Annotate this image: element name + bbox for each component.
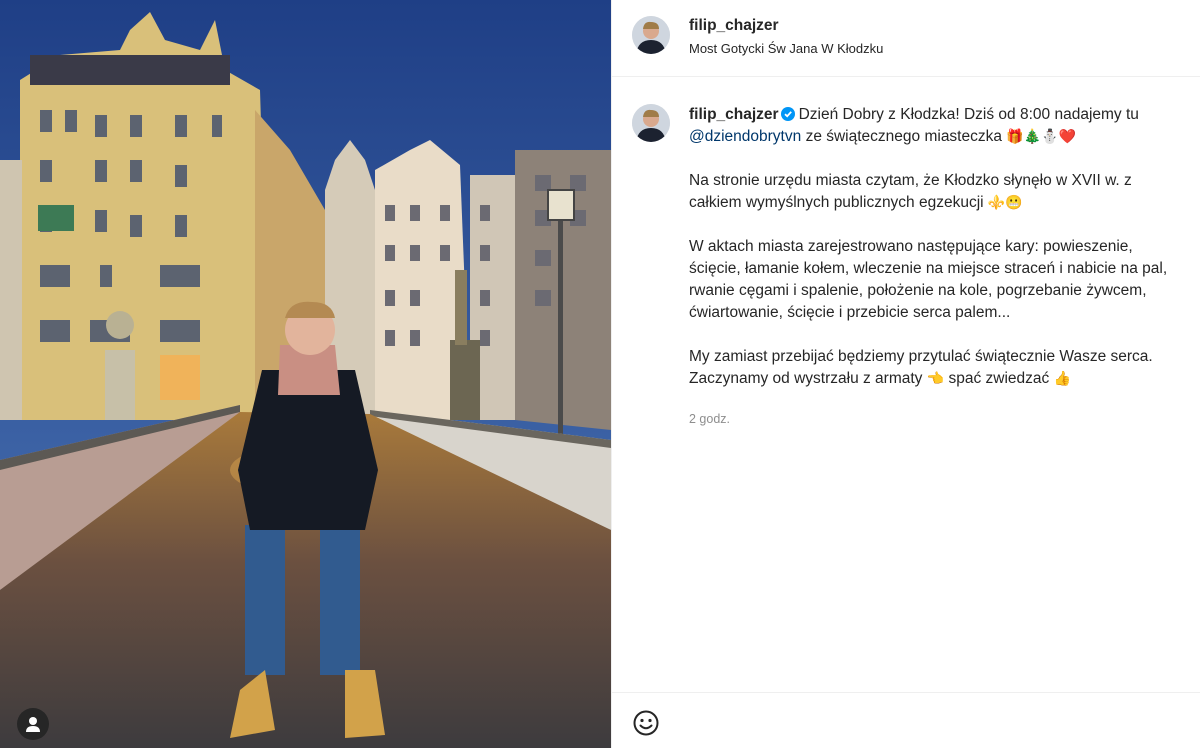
header-location[interactable]: Most Gotycki Św Jana W Kłodzku xyxy=(689,41,883,56)
caption-paragraph-3: W aktach miasta zarejestrowano następują… xyxy=(689,236,1184,324)
mention-link[interactable]: @dziendobrytvn xyxy=(689,128,801,145)
caption-para-3: W aktach miasta zarejestrowano następują… xyxy=(689,238,1168,321)
emoji-smiley-icon[interactable] xyxy=(632,709,660,737)
caption-username[interactable]: filip_chajzer xyxy=(689,106,779,123)
post-header: filip_chajzer Most Gotycki Św Jana W Kło… xyxy=(612,0,1200,77)
comment-bar xyxy=(612,692,1200,749)
caption-line-2: ze świątecznego miasteczka xyxy=(805,128,1002,145)
header-username[interactable]: filip_chajzer xyxy=(689,17,779,35)
caption-para-2: Na stronie urzędu miasta czytam, że Kłod… xyxy=(689,172,1132,211)
caption-emoji-1: 🎁🎄⛄❤️ xyxy=(1006,129,1077,145)
caption-para-4-mid: spać zwiedzać xyxy=(948,370,1050,387)
caption-emoji-3: 👈 xyxy=(926,371,945,387)
caption-text: filip_chajzer Dzień Dobry z Kłodzka! Dziś… xyxy=(689,104,1184,430)
verified-badge-icon xyxy=(780,107,795,121)
caption-emoji-2: ⚜️😬 xyxy=(987,195,1023,211)
photo-scene xyxy=(0,0,611,748)
caption-para-4: My zamiast przebijać będziemy przytulać … xyxy=(689,348,1153,387)
avatar-image xyxy=(632,104,670,142)
caption-emoji-4: 👍 xyxy=(1053,371,1072,387)
tag-user-button[interactable] xyxy=(17,708,49,740)
post-photo[interactable] xyxy=(0,0,611,748)
avatar-image xyxy=(632,16,670,54)
caption-paragraph-4: My zamiast przebijać będziemy przytulać … xyxy=(689,346,1184,390)
caption-line-1: Dzień Dobry z Kłodzka! Dziś od 8:00 nada… xyxy=(798,106,1139,123)
caption-paragraph-1: filip_chajzer Dzień Dobry z Kłodzka! Dziś… xyxy=(689,104,1184,148)
post-details-panel: filip_chajzer Most Gotycki Św Jana W Kło… xyxy=(611,0,1200,748)
avatar[interactable] xyxy=(632,16,670,54)
user-tag-icon xyxy=(26,717,40,732)
caption-avatar[interactable] xyxy=(632,104,670,142)
post-timestamp[interactable]: 2 godz. xyxy=(689,408,1184,430)
caption-paragraph-2: Na stronie urzędu miasta czytam, że Kłod… xyxy=(689,170,1184,214)
